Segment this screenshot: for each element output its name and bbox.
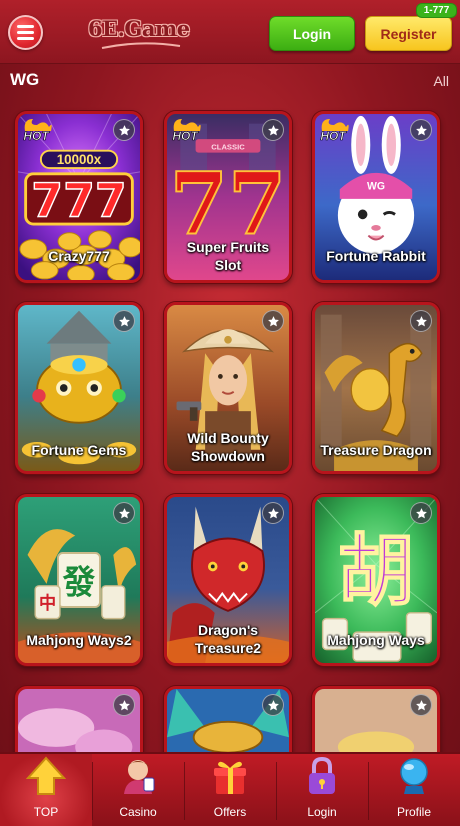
favorite-star-button[interactable] bbox=[113, 502, 135, 524]
nav-item-login[interactable]: Login bbox=[276, 754, 368, 826]
game-title: Super Fruits Slot bbox=[186, 239, 270, 273]
nav-item-casino[interactable]: Casino bbox=[92, 754, 184, 826]
hamburger-icon bbox=[17, 25, 34, 40]
view-all-link[interactable]: All bbox=[433, 73, 449, 89]
star-icon bbox=[267, 315, 279, 326]
favorite-star-button[interactable] bbox=[410, 119, 432, 141]
padlock-icon bbox=[309, 756, 335, 794]
star-icon bbox=[415, 124, 427, 135]
star-icon bbox=[267, 124, 279, 135]
favorite-star-button[interactable] bbox=[262, 119, 284, 141]
star-icon bbox=[118, 124, 130, 135]
hot-badge-icon: HOT bbox=[23, 119, 52, 143]
classic-sign-text: CLASSIC bbox=[211, 143, 245, 152]
register-bonus-badge: 1-777 bbox=[416, 3, 457, 18]
favorite-star-button[interactable] bbox=[410, 310, 432, 332]
rabbit-cap-text: WG bbox=[367, 180, 385, 192]
nav-label: Profile bbox=[396, 805, 431, 819]
mahjong-hu-character: 胡 bbox=[338, 526, 414, 617]
top-header: 6E.Game Login Register 1-777 bbox=[0, 0, 460, 64]
favorite-star-button[interactable] bbox=[410, 694, 432, 716]
game-title: Dragon's Treasure2 bbox=[194, 622, 262, 656]
game-card-fortune-gems[interactable]: Fortune Gems bbox=[15, 302, 143, 474]
casino-dealer-icon bbox=[124, 760, 155, 794]
favorite-star-button[interactable] bbox=[113, 694, 135, 716]
game-card-mahjong-ways2[interactable]: 發 中 Mahjong Ways2 bbox=[15, 494, 143, 666]
section-title: WG bbox=[10, 70, 40, 89]
nav-item-offers[interactable]: Offers bbox=[184, 754, 276, 826]
crazy-multiplier-text: 10000x bbox=[57, 152, 102, 167]
game-card-fortune-rabbit[interactable]: WG Fortune Rabbit HOT bbox=[312, 111, 440, 283]
star-icon bbox=[118, 507, 130, 518]
star-icon bbox=[118, 699, 130, 710]
star-icon bbox=[415, 507, 427, 518]
game-title: Fortune Rabbit bbox=[326, 248, 426, 264]
star-icon bbox=[267, 507, 279, 518]
nav-label: TOP bbox=[33, 805, 59, 819]
game-card-wild-bounty-showdown[interactable]: Wild Bounty Showdown bbox=[164, 302, 292, 474]
star-icon bbox=[267, 699, 279, 710]
profile-globe-icon bbox=[400, 758, 428, 794]
svg-text:HOT: HOT bbox=[320, 129, 347, 143]
game-title: Crazy777 bbox=[48, 248, 110, 264]
crazy-777-digits: 777 bbox=[31, 173, 126, 227]
game-card-mahjong-ways[interactable]: 胡 Mahjong Ways bbox=[312, 494, 440, 666]
game-title: Treasure Dragon bbox=[320, 442, 432, 458]
favorite-star-button[interactable] bbox=[113, 310, 135, 332]
mahjong-tile-fa: 發 bbox=[62, 563, 96, 601]
game-card-crazy777[interactable]: 10000x 777 Crazy777 HOT bbox=[15, 111, 143, 283]
menu-button[interactable] bbox=[8, 15, 43, 50]
game-title: Mahjong Ways bbox=[327, 632, 425, 648]
logo-swoosh-icon bbox=[101, 42, 181, 49]
game-card-treasure-dragon[interactable]: Treasure Dragon bbox=[312, 302, 440, 474]
hot-badge-icon: HOT bbox=[320, 119, 349, 143]
star-icon bbox=[415, 315, 427, 326]
game-title: Mahjong Ways2 bbox=[26, 632, 132, 648]
favorite-star-button[interactable] bbox=[410, 502, 432, 524]
login-button[interactable]: Login bbox=[269, 16, 355, 51]
mahjong-tile-zhong: 中 bbox=[39, 593, 56, 614]
game-card-dragons-treasure2[interactable]: Dragon's Treasure2 bbox=[164, 494, 292, 666]
svg-text:HOT: HOT bbox=[172, 129, 199, 143]
gift-box-icon bbox=[214, 761, 246, 794]
favorite-star-button[interactable] bbox=[262, 310, 284, 332]
register-button[interactable]: Register bbox=[365, 16, 452, 51]
top-arrow-icon bbox=[26, 756, 66, 795]
nav-item-top[interactable]: TOP bbox=[0, 754, 92, 826]
nav-label: Casino bbox=[119, 805, 157, 819]
site-logo[interactable]: 6E.Game bbox=[88, 12, 190, 54]
svg-text:HOT: HOT bbox=[23, 129, 50, 143]
nav-label: Offers bbox=[213, 805, 247, 819]
game-card-super-fruits-slot[interactable]: CLASSIC 77 Super Fruits Slot HOT bbox=[164, 111, 292, 283]
hot-badge-icon: HOT bbox=[172, 119, 201, 143]
bottom-navigation: TOP Casino Offers Login Profile bbox=[0, 752, 460, 826]
star-icon bbox=[118, 315, 130, 326]
star-icon bbox=[415, 699, 427, 710]
nav-label: Login bbox=[307, 805, 337, 819]
game-title: Fortune Gems bbox=[31, 442, 127, 458]
favorite-star-button[interactable] bbox=[262, 694, 284, 716]
game-title: Wild Bounty Showdown bbox=[187, 430, 269, 464]
nav-item-profile[interactable]: Profile bbox=[368, 754, 460, 826]
favorite-star-button[interactable] bbox=[113, 119, 135, 141]
logo-text: 6E.Game bbox=[88, 16, 190, 41]
favorite-star-button[interactable] bbox=[262, 502, 284, 524]
